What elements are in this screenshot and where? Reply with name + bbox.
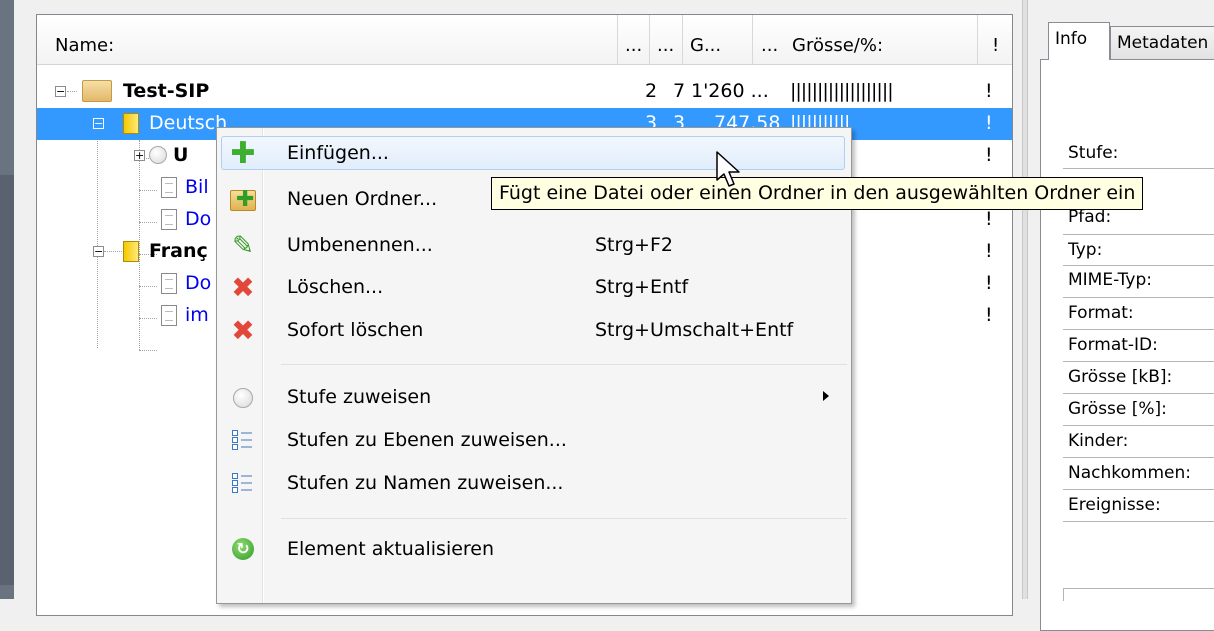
list-icon (232, 473, 254, 493)
menu-item-label: Stufen zu Ebenen zuweisen... (287, 429, 567, 451)
list-icon (232, 430, 254, 450)
size-bar: ||||||||||||||||||| (790, 80, 894, 102)
menu-item-stufen-ebenen[interactable]: Stufen zu Ebenen zuweisen... (217, 421, 851, 459)
tree-row-test-sip[interactable]: − Test-SIP 2 7 1'260 ... |||||||||||||||… (37, 76, 1012, 108)
flag-value: ! (985, 144, 993, 166)
column-header-flag[interactable]: ! (992, 35, 999, 56)
tree-item-label: Bil (185, 176, 209, 198)
submenu-arrow-icon (823, 391, 829, 401)
document-icon (161, 273, 177, 294)
tree-item-label: Test-SIP (123, 80, 210, 102)
column-header-col4[interactable]: ... (761, 35, 778, 56)
new-folder-icon: ✚ (230, 187, 256, 213)
tab-metadaten[interactable]: Metadaten (1110, 26, 1214, 60)
menu-item-shortcut: Strg+Entf (595, 276, 689, 298)
left-panel-edge (0, 0, 14, 599)
menu-item-einfuegen[interactable]: ✚ Einfügen... (217, 134, 851, 172)
prop-ereignisse: Ereignisse: (1068, 495, 1161, 515)
prop-groesse-percent: Grösse [%]: (1068, 399, 1167, 419)
column-header-size-percent[interactable]: Grösse/%: (792, 35, 883, 56)
flag-value: ! (985, 272, 993, 294)
level-circle-icon (149, 146, 167, 164)
expand-toggle[interactable]: + (134, 150, 145, 161)
menu-item-stufen-namen[interactable]: Stufen zu Namen zuweisen... (217, 464, 851, 502)
flag-value: ! (985, 208, 993, 230)
tree-item-label: im (185, 304, 209, 326)
prop-stufe: Stufe: (1068, 143, 1119, 163)
refresh-icon: ↻ (232, 538, 254, 560)
info-field (1063, 588, 1214, 601)
tooltip: Fügt eine Datei oder einen Ordner in den… (491, 177, 1144, 210)
column-header-col1[interactable]: ... (625, 35, 642, 56)
column-header-col2[interactable]: ... (657, 35, 674, 56)
flag-value: ! (985, 112, 993, 134)
document-icon (161, 305, 177, 326)
prop-groesse-kb: Grösse [kB]: (1068, 367, 1173, 387)
menu-item-label: Löschen... (287, 276, 384, 298)
menu-item-aktualisieren[interactable]: ↻ Element aktualisieren (217, 530, 851, 568)
tree-header: Name: ... ... G... ... Grösse/%: ! (37, 15, 1012, 65)
collapse-toggle[interactable]: − (93, 118, 104, 129)
book-icon (123, 113, 139, 134)
prop-format: Format: (1068, 303, 1134, 323)
flag-value: ! (985, 304, 993, 326)
menu-item-label: Umbenennen... (287, 234, 433, 256)
document-icon (161, 209, 177, 230)
prop-kinder: Kinder: (1068, 431, 1129, 451)
collapse-toggle[interactable]: − (55, 86, 66, 97)
col2-value: 7 (673, 80, 686, 102)
prop-format-id: Format-ID: (1068, 335, 1158, 355)
tree-item-label: Do (185, 272, 212, 294)
document-icon (161, 177, 177, 198)
delete-x-icon: ✖ (231, 314, 255, 347)
column-header-name[interactable]: Name: (55, 35, 114, 56)
menu-item-label: Sofort löschen (287, 319, 424, 341)
menu-item-umbenennen[interactable]: ✎ Umbenennen... Strg+F2 (217, 226, 851, 264)
tab-info[interactable]: Info (1048, 22, 1110, 60)
prop-typ: Typ: (1068, 240, 1103, 260)
mouse-cursor-icon (716, 151, 740, 187)
menu-item-label: Einfügen... (287, 142, 389, 164)
book-icon (123, 241, 139, 262)
prop-nachkommen: Nachkommen: (1068, 463, 1191, 483)
col1-value: 2 (645, 80, 658, 102)
pencil-icon: ✎ (232, 231, 254, 261)
menu-item-stufe-zuweisen[interactable]: Stufe zuweisen (217, 378, 851, 416)
tree-item-label: U (173, 144, 189, 166)
circle-icon (233, 388, 253, 408)
column-header-size[interactable]: G... (690, 35, 721, 56)
add-plus-icon: ✚ (230, 136, 256, 171)
tree-item-label: Franç (149, 240, 208, 262)
collapse-toggle[interactable]: − (93, 246, 104, 257)
menu-item-loeschen[interactable]: ✖ Löschen... Strg+Entf (217, 268, 851, 306)
menu-item-label: Element aktualisieren (287, 538, 495, 560)
prop-pfad: Pfad: (1068, 207, 1112, 227)
menu-item-label: Neuen Ordner... (287, 188, 438, 210)
menu-item-sofort-loeschen[interactable]: ✖ Sofort löschen Strg+Umschalt+Entf (217, 311, 851, 349)
menu-item-shortcut: Strg+F2 (595, 234, 673, 256)
menu-item-label: Stufen zu Namen zuweisen... (287, 472, 564, 494)
flag-value: ! (985, 80, 993, 102)
size-value: 1'260 ... (691, 80, 769, 102)
tree-item-label: Do (185, 208, 212, 230)
prop-mime-typ: MIME-Typ: (1068, 270, 1152, 290)
splitter[interactable] (1022, 0, 1028, 599)
delete-x-icon: ✖ (231, 271, 255, 304)
menu-item-label: Stufe zuweisen (287, 386, 432, 408)
flag-value: ! (985, 240, 993, 262)
folder-icon (82, 80, 112, 102)
menu-item-shortcut: Strg+Umschalt+Entf (595, 319, 794, 341)
